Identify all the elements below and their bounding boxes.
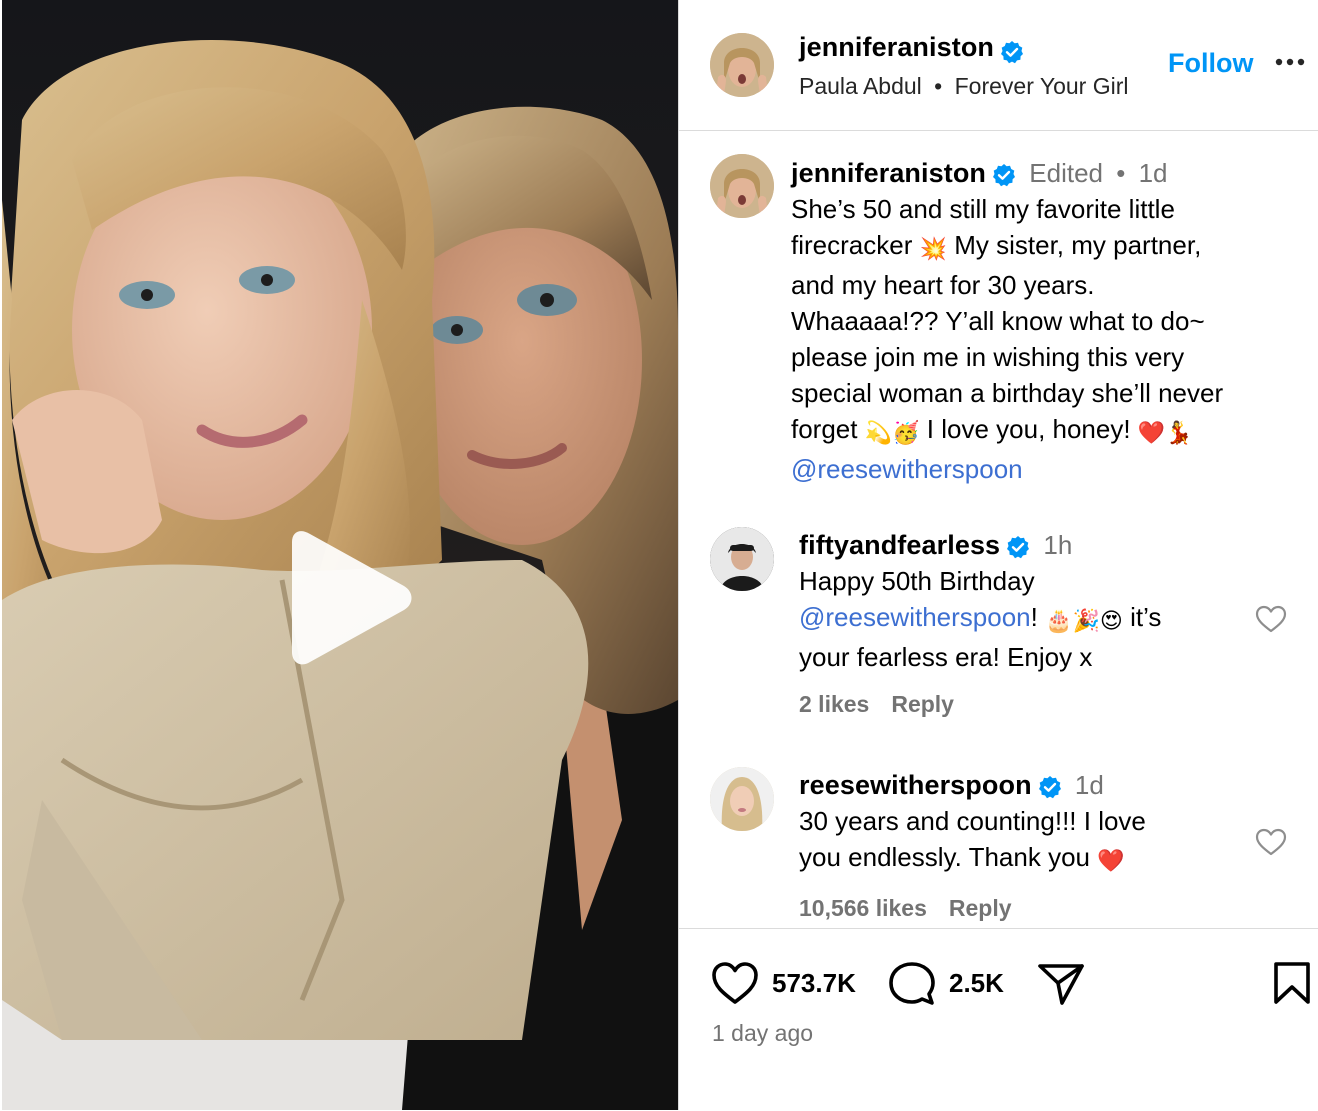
caption-line: special woman a birthday she’ll never: [791, 378, 1224, 408]
audio-artist[interactable]: Paula Abdul: [799, 73, 922, 99]
instagram-post: jenniferaniston Paula Abdul • Forever Yo…: [0, 0, 1318, 1110]
heart-icon: [1255, 605, 1287, 633]
more-options-button[interactable]: [1275, 54, 1305, 72]
caption-text: My sister, my partner,: [954, 230, 1202, 260]
comment-avatar[interactable]: [710, 767, 774, 831]
follow-button[interactable]: Follow: [1168, 48, 1253, 79]
party-face-emoji-icon: 🥳: [892, 420, 920, 445]
dizzy-emoji-icon: 💫: [864, 420, 893, 445]
caption-line: Whaaaaa!?? Y’all know what to do~: [791, 306, 1205, 336]
audio-line[interactable]: Paula Abdul • Forever Your Girl: [799, 73, 1128, 100]
red-heart-emoji-icon: ❤️: [1097, 848, 1125, 873]
comment-likes[interactable]: 10,566 likes: [799, 895, 927, 921]
comment-count[interactable]: 2.5K: [949, 968, 1004, 999]
red-heart-emoji-icon: ❤️: [1137, 420, 1166, 445]
post-media[interactable]: [2, 0, 678, 1110]
header-user-line: jenniferaniston: [799, 32, 1024, 64]
party-popper-emoji-icon: 🎉: [1072, 608, 1100, 633]
comment-line: Happy 50th Birthday: [799, 566, 1035, 596]
caption-text: firecracker: [791, 230, 913, 260]
comment-username[interactable]: reesewitherspoon: [799, 770, 1032, 800]
comment-text: it’s: [1130, 602, 1162, 632]
comment-like-button[interactable]: [1255, 828, 1287, 861]
collision-emoji-icon: 💥: [919, 236, 947, 261]
bookmark-icon: [1274, 962, 1310, 1004]
avatar-image: [710, 767, 774, 831]
caption-avatar[interactable]: [710, 154, 774, 218]
comment-meta: 2 likes Reply: [799, 691, 976, 718]
share-icon: [1038, 964, 1084, 1005]
comment-line: your fearless era! Enjoy x: [799, 642, 1093, 672]
heart-icon: [1255, 828, 1287, 856]
comment-icon: [889, 962, 935, 1005]
caption-text: I love you, honey!: [926, 414, 1131, 444]
caption-header: jenniferaniston Edited • 1d: [791, 155, 1301, 191]
author-avatar[interactable]: [710, 33, 774, 97]
comment-text: !: [1030, 602, 1038, 632]
comment-button[interactable]: [889, 961, 935, 1012]
caption-time[interactable]: 1d: [1139, 158, 1168, 188]
comment-mention[interactable]: @reesewitherspoon: [799, 602, 1031, 632]
caption: jenniferaniston Edited • 1d She’s 50 and…: [791, 155, 1301, 487]
caption-line: forget 💫🥳 I love you, honey! ❤️💃: [791, 411, 1301, 451]
comment-meta: 10,566 likes Reply: [799, 895, 1034, 922]
caption-line: and my heart for 30 years.: [791, 270, 1095, 300]
share-button[interactable]: [1038, 962, 1084, 1011]
comment-header: reesewitherspoon 1d: [799, 767, 1239, 803]
comment-username[interactable]: fiftyandfearless: [799, 530, 1000, 560]
like-count[interactable]: 573.7K: [772, 968, 856, 999]
comment-line: 30 years and counting!!! I love: [799, 806, 1146, 836]
header-username[interactable]: jenniferaniston: [799, 32, 994, 62]
audio-separator: •: [934, 73, 943, 99]
avatar-image: [710, 154, 774, 218]
caption-edited: Edited: [1029, 158, 1103, 188]
comment-likes[interactable]: 2 likes: [799, 691, 869, 717]
post-header: jenniferaniston Paula Abdul • Forever Yo…: [679, 0, 1318, 131]
caption-line: She’s 50 and still my favorite little: [791, 194, 1175, 224]
dancer-emoji-icon: 💃: [1165, 420, 1193, 445]
play-icon: [292, 531, 412, 665]
verified-badge-icon: [1001, 40, 1024, 63]
comment: reesewitherspoon 1d 30 years and countin…: [799, 767, 1239, 879]
caption-line: firecracker 💥 My sister, my partner,: [791, 227, 1301, 267]
comment-text: you endlessly. Thank you: [799, 842, 1090, 872]
save-button[interactable]: [1273, 961, 1311, 1010]
reply-button[interactable]: Reply: [949, 895, 1012, 921]
verified-badge-icon: [993, 164, 1016, 187]
comment-header: fiftyandfearless 1h: [799, 527, 1239, 563]
caption-separator: •: [1116, 158, 1126, 188]
caption-mention[interactable]: @reesewitherspoon: [791, 451, 1301, 487]
comment-line: @reesewitherspoon! 🎂🎉😍 it’s: [799, 599, 1239, 639]
heart-eyes-emoji-icon: 😍: [1099, 608, 1123, 633]
more-options-icon: [1275, 58, 1305, 66]
audio-track[interactable]: Forever Your Girl: [955, 73, 1129, 99]
heart-icon: [712, 962, 758, 1004]
verified-badge-icon: [1007, 536, 1030, 559]
comment-avatar[interactable]: [710, 527, 774, 591]
comment-time[interactable]: 1h: [1043, 530, 1072, 560]
comment-line: you endlessly. Thank you ❤️: [799, 839, 1239, 879]
like-button[interactable]: [711, 961, 759, 1010]
caption-text: forget: [791, 414, 858, 444]
reply-button[interactable]: Reply: [891, 691, 954, 717]
comment-time[interactable]: 1d: [1075, 770, 1104, 800]
caption-line: please join me in wishing this very: [791, 342, 1185, 372]
post-timestamp[interactable]: 1 day ago: [712, 1020, 813, 1047]
post-panel: jenniferaniston Paula Abdul • Forever Yo…: [679, 0, 1318, 1110]
caption-username[interactable]: jenniferaniston: [791, 158, 986, 188]
verified-badge-icon: [1038, 776, 1061, 799]
birthday-cake-emoji-icon: 🎂: [1045, 608, 1073, 633]
comment: fiftyandfearless 1h Happy 50th Birthday …: [799, 527, 1239, 675]
avatar-image: [710, 33, 774, 97]
comment-like-button[interactable]: [1255, 605, 1287, 638]
avatar-image: [710, 527, 774, 591]
play-button[interactable]: [286, 530, 416, 665]
